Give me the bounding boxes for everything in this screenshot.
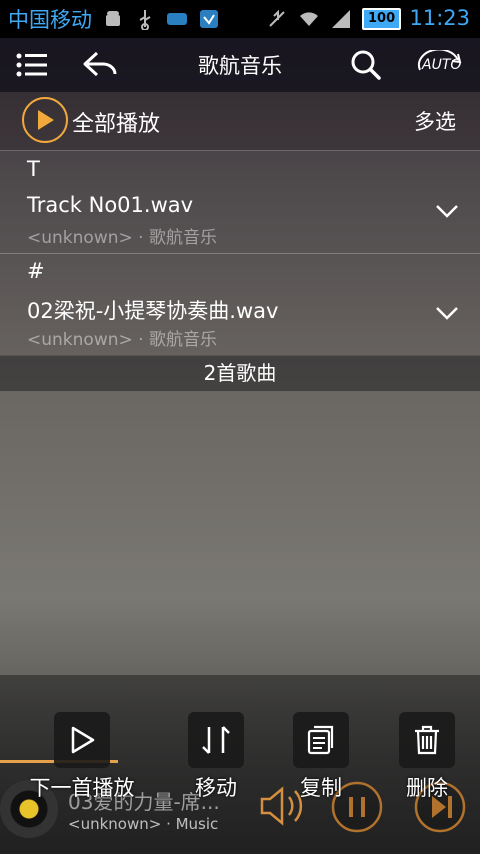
track-name[interactable]: Track No01.wav bbox=[27, 193, 193, 217]
play-next-label: 下一首播放 bbox=[29, 776, 135, 800]
track-meta: <unknown> · 歌航音乐 bbox=[27, 228, 217, 248]
chevron-down-icon[interactable] bbox=[434, 303, 460, 323]
chevron-down-icon[interactable] bbox=[434, 201, 460, 221]
play-next-button[interactable]: 下一首播放 bbox=[22, 712, 142, 802]
carrier-name: 中国移动 bbox=[8, 8, 92, 32]
page-title: 歌航音乐 bbox=[198, 54, 282, 78]
status-clock: 11:23 bbox=[409, 6, 470, 30]
delete-button[interactable]: 删除 bbox=[367, 712, 480, 802]
title-bar: 歌航音乐 AUTO bbox=[0, 38, 480, 92]
android-icon bbox=[102, 8, 124, 30]
search-icon[interactable] bbox=[344, 43, 388, 87]
play-all-button[interactable] bbox=[22, 97, 68, 143]
back-icon[interactable] bbox=[78, 43, 122, 87]
list-item[interactable]: # 02梁祝-小提琴协奏曲.wav <unknown> · 歌航音乐 bbox=[0, 253, 480, 356]
menu-icon[interactable] bbox=[10, 43, 54, 87]
play-all-label[interactable]: 全部播放 bbox=[72, 106, 160, 138]
track-meta: <unknown> · 歌航音乐 bbox=[27, 330, 217, 350]
copy-label: 复制 bbox=[300, 776, 342, 800]
app-notify-icon-2 bbox=[198, 8, 220, 30]
auto-mode-button[interactable]: AUTO bbox=[414, 43, 466, 87]
move-label: 移动 bbox=[195, 776, 237, 800]
now-playing-meta: <unknown> · Music bbox=[68, 815, 219, 833]
mute-icon bbox=[266, 8, 288, 30]
wifi-icon bbox=[298, 8, 320, 30]
delete-label: 删除 bbox=[406, 776, 448, 800]
delete-icon[interactable] bbox=[399, 712, 455, 768]
play-all-bar: 全部播放 多选 bbox=[0, 92, 480, 151]
section-letter: T bbox=[27, 157, 40, 181]
status-bar: 中国移动 100 11:23 bbox=[0, 0, 480, 38]
list-item[interactable]: T Track No01.wav <unknown> · 歌航音乐 bbox=[0, 151, 480, 254]
battery-icon: 100 bbox=[362, 8, 402, 30]
copy-button[interactable]: 复制 bbox=[261, 712, 381, 802]
move-icon[interactable] bbox=[188, 712, 244, 768]
play-next-icon[interactable] bbox=[54, 712, 110, 768]
song-count: 2首歌曲 bbox=[0, 355, 480, 391]
auto-label: AUTO bbox=[422, 57, 462, 73]
section-letter: # bbox=[27, 259, 45, 283]
track-name[interactable]: 02梁祝-小提琴协奏曲.wav bbox=[27, 295, 278, 325]
multi-select-button[interactable]: 多选 bbox=[414, 106, 456, 136]
action-bar: 下一首播放 移动 复制 删除 bbox=[0, 712, 480, 802]
copy-icon[interactable] bbox=[293, 712, 349, 768]
move-button[interactable]: 移动 bbox=[156, 712, 276, 802]
signal-icon bbox=[330, 8, 352, 30]
usb-icon bbox=[134, 8, 156, 30]
app-notify-icon bbox=[166, 8, 188, 30]
